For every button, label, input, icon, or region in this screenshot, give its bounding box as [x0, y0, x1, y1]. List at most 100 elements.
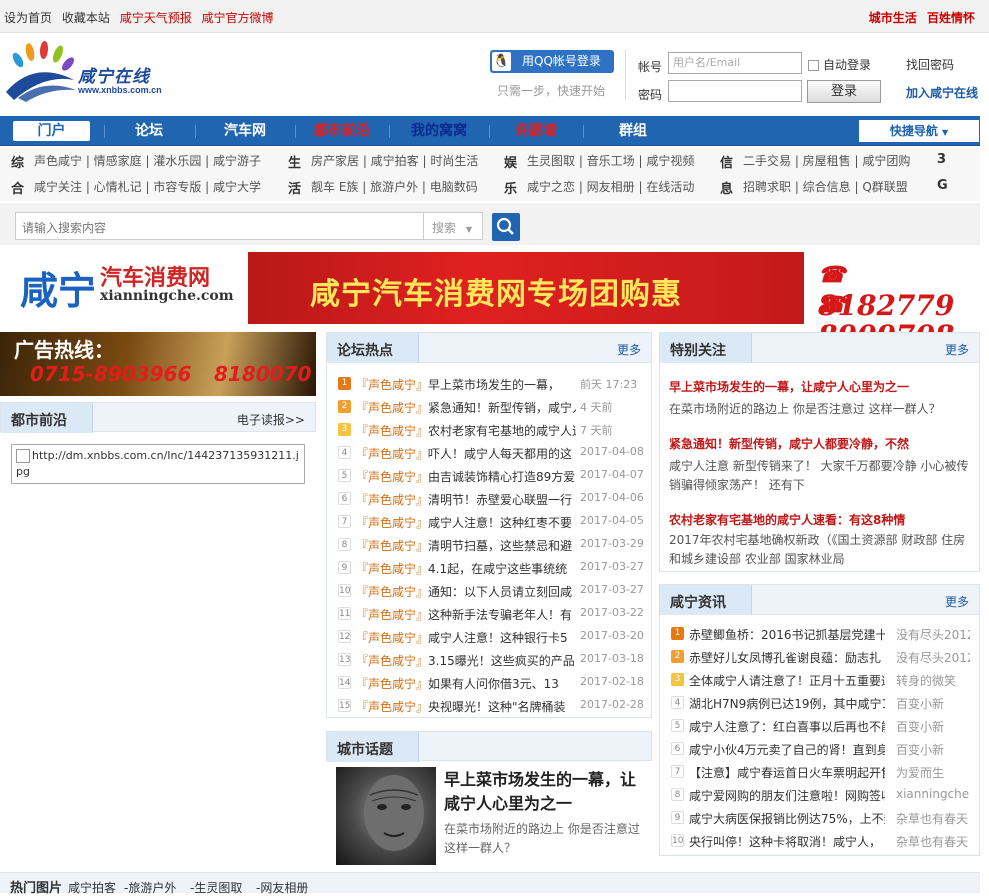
news-author[interactable]: 杂草也有春天 [896, 810, 970, 827]
news-author[interactable]: 百变小新 [896, 695, 970, 712]
quick-nav-dropdown[interactable]: 快捷导航 ▼ [859, 120, 979, 142]
forum-title[interactable]: 清明节！赤壁爱心联盟一行 [428, 491, 576, 508]
account-input[interactable]: 用户名/Email [668, 52, 802, 74]
forum-row[interactable]: 14 『声色咸宁』 如果有人问你借3元、13 2017-02-18 [336, 673, 644, 693]
category-links-4[interactable]: 招聘求职 | 综合信息 | Q群联盟 [743, 178, 908, 195]
forum-title[interactable]: 农村老家有宅基地的咸宁人速 [428, 422, 576, 439]
forum-tag[interactable]: 『声色咸宁』 [356, 422, 428, 439]
forum-row[interactable]: 7 『声色咸宁』 咸宁人注意！这种红枣不要 2017-04-05 [336, 512, 644, 532]
forum-tag[interactable]: 『声色咸宁』 [356, 606, 428, 623]
news-author[interactable]: 没有尽头2012 [896, 649, 970, 666]
city-life-link[interactable]: 城市生活 [869, 11, 917, 25]
news-title[interactable]: 咸宁大病医保报销比例达75%，上不封 [689, 810, 885, 827]
news-author[interactable]: 转身的微笑 [896, 672, 970, 689]
forum-more-link[interactable]: 更多 [617, 341, 641, 358]
forum-tag[interactable]: 『声色咸宁』 [356, 583, 428, 600]
news-row[interactable]: 3 全体咸宁人请注意了！正月十五重要通 转身的微笑 [669, 670, 971, 690]
news-title[interactable]: 央行叫停！这种卡将取消！咸宁人， [689, 833, 885, 850]
forum-title[interactable]: 咸宁人注意！这种银行卡5 [428, 629, 576, 646]
forum-row[interactable]: 10 『声色咸宁』 通知：以下人员请立刻回咸 2017-03-27 [336, 581, 644, 601]
forum-tag[interactable]: 『声色咸宁』 [356, 560, 428, 577]
bottom-link[interactable]: -旅游户外 [124, 879, 176, 896]
forum-title[interactable]: 4.1起，在咸宁这些事统统 [428, 560, 576, 577]
forum-tag[interactable]: 『声色咸宁』 [356, 514, 428, 531]
forum-tag[interactable]: 『声色咸宁』 [356, 698, 428, 715]
search-type-select[interactable]: 搜索 ▼ [424, 212, 483, 240]
forum-tag[interactable]: 『声色咸宁』 [356, 491, 428, 508]
forum-title[interactable]: 早上菜市场发生的一幕， [428, 376, 576, 393]
forum-row[interactable]: 15 『声色咸宁』 央视曝光！这种"名牌桶装 2017-02-28 [336, 696, 644, 716]
news-author[interactable]: 百变小新 [896, 741, 970, 758]
category-links-3[interactable]: 咸宁之恋 | 网友相册 | 在线活动 [527, 178, 694, 195]
news-title[interactable]: 咸宁人注意了：红白喜事以后再也不能大 [689, 718, 885, 735]
news-author[interactable]: 百变小新 [896, 718, 970, 735]
news-author[interactable]: 为爱而生 [896, 764, 970, 781]
bottom-link[interactable]: -生灵图取 [190, 879, 242, 896]
set-homepage-link[interactable]: 设为首页 [4, 11, 52, 25]
nav-groups[interactable]: 群组 [588, 116, 678, 146]
news-row[interactable]: 4 湖北H7N9病例已达19例，其中咸宁1例！禽百变小新 [669, 693, 971, 713]
news-author[interactable]: xianningche [896, 787, 970, 801]
news-row[interactable]: 8 咸宁爱网购的朋友们注意啦！网购签收 xianningche [669, 785, 971, 805]
forum-tag[interactable]: 『声色咸宁』 [356, 652, 428, 669]
qq-login-button[interactable]: 🐧 用QQ帐号登录 [490, 50, 614, 73]
forum-tag[interactable]: 『声色咸宁』 [356, 629, 428, 646]
news-author[interactable]: 杂草也有春天 [896, 833, 970, 850]
find-password-link[interactable]: 找回密码 [906, 56, 954, 73]
news-title[interactable]: 赤壁好儿女凤博孔雀谢良蕴：励志扎 [689, 649, 885, 666]
forum-title[interactable]: 由吉诚装饰精心打造89方爱 [428, 468, 576, 485]
forum-row[interactable]: 8 『声色咸宁』 清明节扫墓，这些禁忌和避 2017-03-29 [336, 535, 644, 555]
forum-row[interactable]: 5 『声色咸宁』 由吉诚装饰精心打造89方爱 2017-04-07 [336, 466, 644, 486]
search-input[interactable]: 请输入搜索内容 [15, 212, 424, 240]
join-link[interactable]: 加入咸宁在线 [906, 84, 978, 101]
e-paper-link[interactable]: 电子读报>> [237, 411, 305, 428]
checkbox-box[interactable] [808, 60, 819, 71]
ad-hotline-banner[interactable]: 广告热线： 0715-8903966 8180070 [0, 332, 316, 396]
forum-title[interactable]: 央视曝光！这种"名牌桶装 [428, 698, 576, 715]
bookmark-link[interactable]: 收藏本站 [62, 11, 110, 25]
login-button[interactable]: 登录 [807, 80, 881, 103]
special-headline-1[interactable]: 早上菜市场发生的一幕，让咸宁人心里为之一 [669, 378, 909, 395]
forum-row[interactable]: 12 『声色咸宁』 咸宁人注意！这种银行卡5 2017-03-20 [336, 627, 644, 647]
nav-car[interactable]: 汽车网 [200, 116, 290, 146]
category-links-4[interactable]: 二手交易 | 房屋租售 | 咸宁团购 [743, 152, 910, 169]
news-row[interactable]: 9 咸宁大病医保报销比例达75%，上不封 杂草也有春天 [669, 808, 971, 828]
news-author[interactable]: 没有尽头2012 [896, 626, 970, 643]
nav-wish-wall[interactable]: 许愿墙 [494, 116, 578, 146]
news-more-link[interactable]: 更多 [945, 593, 969, 610]
weather-link[interactable]: 咸宁天气预报 [120, 11, 192, 25]
weibo-link[interactable]: 咸宁官方微博 [202, 11, 274, 25]
forum-row[interactable]: 3 『声色咸宁』 农村老家有宅基地的咸宁人速 7 天前 [336, 420, 642, 440]
forum-row[interactable]: 9 『声色咸宁』 4.1起，在咸宁这些事统统 2017-03-27 [336, 558, 644, 578]
password-input[interactable] [668, 80, 802, 102]
broken-image[interactable]: http://dm.xnbbs.com.cn/Inc/1442371359312… [11, 444, 305, 484]
forum-title[interactable]: 通知：以下人员请立刻回咸 [428, 583, 576, 600]
forum-title[interactable]: 如果有人问你借3元、13 [428, 675, 576, 692]
forum-row[interactable]: 1 『声色咸宁』 早上菜市场发生的一幕， 前天 17:23 [336, 374, 642, 394]
forum-row[interactable]: 6 『声色咸宁』 清明节！赤壁爱心联盟一行 2017-04-06 [336, 489, 644, 509]
bottom-link[interactable]: 咸宁拍客 [68, 879, 116, 896]
auto-login-checkbox[interactable]: 自动登录 [808, 56, 871, 73]
bottom-link[interactable]: -网友相册 [256, 879, 308, 896]
news-title[interactable]: 咸宁小伙4万元卖了自己的肾！直到身体出 [689, 741, 885, 758]
forum-tag[interactable]: 『声色咸宁』 [356, 376, 428, 393]
category-links-3[interactable]: 生灵图取 | 音乐工场 | 咸宁视频 [527, 152, 694, 169]
forum-row[interactable]: 4 『声色咸宁』 吓人！咸宁人每天都用的这 2017-04-08 [336, 443, 644, 463]
news-title[interactable]: 全体咸宁人请注意了！正月十五重要通 [689, 672, 885, 689]
news-row[interactable]: 7 【注意】咸宁春运首日火车票明起开售 为爱而生 [669, 762, 971, 782]
forum-tag[interactable]: 『声色咸宁』 [356, 445, 428, 462]
nav-forum[interactable]: 论坛 [108, 116, 190, 146]
forum-tag[interactable]: 『声色咸宁』 [356, 468, 428, 485]
forum-tag[interactable]: 『声色咸宁』 [356, 675, 428, 692]
forum-title[interactable]: 3.15曝光！这些疯买的产品 [428, 652, 576, 669]
news-row[interactable]: 10 央行叫停！这种卡将取消！咸宁人， 杂草也有春天 [669, 831, 971, 851]
news-row[interactable]: 1 赤壁鲫鱼桥：2016书记抓基层党建十 没有尽头2012 [669, 624, 971, 644]
category-links-1[interactable]: 声色咸宁 | 情感家庭 | 灌水乐园 | 咸宁游子 [34, 152, 261, 169]
news-title[interactable]: 咸宁爱网购的朋友们注意啦！网购签收 [689, 787, 885, 804]
special-headline-3[interactable]: 农村老家有宅基地的咸宁人速看：有这8种情 [669, 511, 905, 528]
forum-title[interactable]: 咸宁人注意！这种红枣不要 [428, 514, 576, 531]
forum-tag[interactable]: 『声色咸宁』 [356, 537, 428, 554]
forum-title[interactable]: 这种新手法专骗老年人！有 [428, 606, 576, 623]
city-topic-headline[interactable]: 早上菜市场发生的一幕，让咸宁人心里为之一 [444, 768, 646, 816]
forum-tag[interactable]: 『声色咸宁』 [356, 399, 428, 416]
